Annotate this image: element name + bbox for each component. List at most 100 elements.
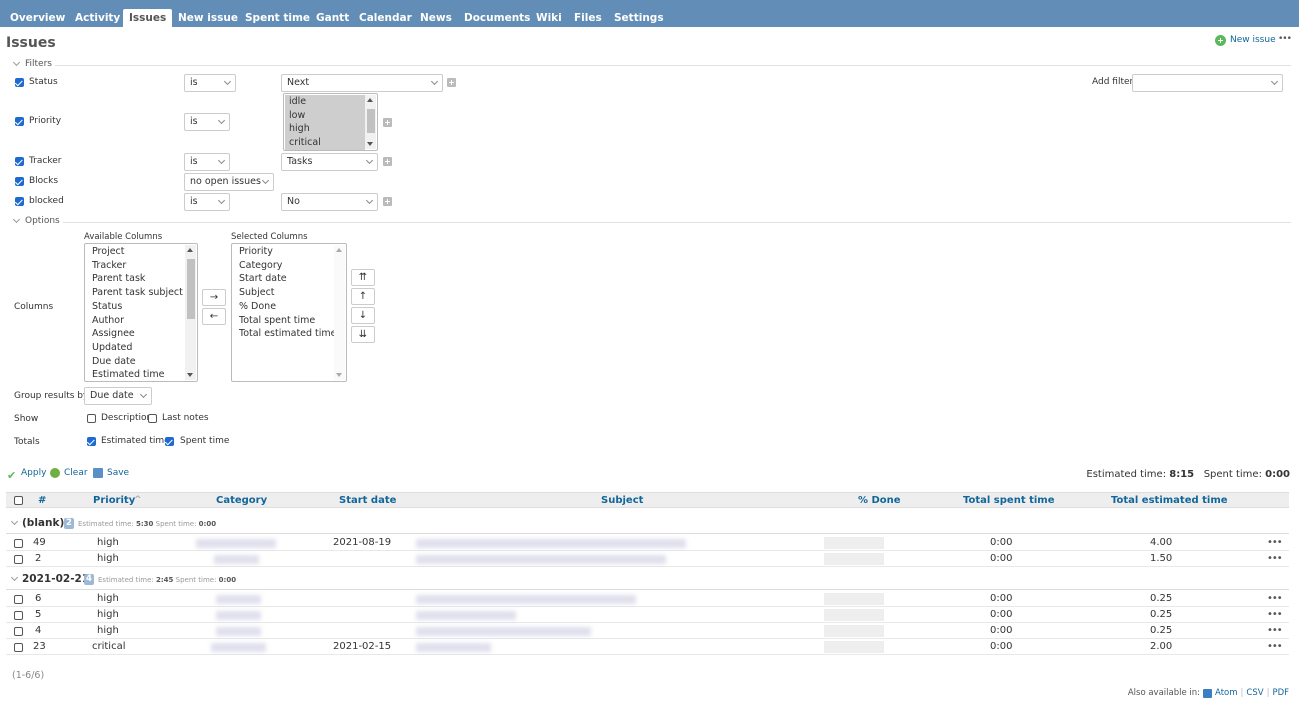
available-column-option[interactable]: Assignee xyxy=(92,327,135,341)
tab-activity[interactable]: Activity xyxy=(72,9,123,27)
issue-id-link[interactable]: 5 xyxy=(35,609,41,620)
totals-spent-checkbox[interactable] xyxy=(165,437,174,446)
row-checkbox[interactable] xyxy=(14,539,23,548)
new-issue-link[interactable]: New issue xyxy=(1230,35,1276,45)
available-column-option[interactable]: Updated xyxy=(92,341,132,355)
priority-scrollbar[interactable] xyxy=(365,95,376,149)
group-row[interactable]: 2021-02-21 4 Estimated time: 2:45 Spent … xyxy=(6,570,1289,590)
csv-link[interactable]: CSV xyxy=(1246,688,1263,698)
filter-blocked-checkbox[interactable] xyxy=(15,197,24,206)
filter-tracker-value[interactable]: Tasks xyxy=(281,153,378,171)
tab-calendar[interactable]: Calendar xyxy=(356,9,415,27)
selected-columns-scrollbar[interactable] xyxy=(334,245,345,380)
tab-issues[interactable]: Issues xyxy=(123,9,173,27)
issue-id-link[interactable]: 4 xyxy=(35,625,41,636)
col-header-done[interactable]: % Done xyxy=(858,495,901,506)
col-header-priority[interactable]: Priority xyxy=(93,495,135,506)
row-menu-icon[interactable]: ••• xyxy=(1267,625,1283,636)
col-header-total-spent[interactable]: Total spent time xyxy=(963,495,1054,506)
redacted-subject[interactable] xyxy=(416,627,591,636)
row-menu-icon[interactable]: ••• xyxy=(1267,593,1283,604)
table-row[interactable]: 4 high 0:00 0.25 ••• xyxy=(6,623,1289,639)
filter-blocks-checkbox[interactable] xyxy=(15,177,24,186)
available-column-option[interactable]: Status xyxy=(92,300,122,314)
selected-column-option[interactable]: Total spent time xyxy=(239,314,315,328)
available-column-option[interactable]: Estimated time xyxy=(92,368,164,381)
filter-blocked-value[interactable]: No xyxy=(281,193,378,211)
pdf-link[interactable]: PDF xyxy=(1272,688,1289,698)
tab-gantt[interactable]: Gantt xyxy=(313,9,352,27)
move-right-button[interactable]: → xyxy=(202,289,226,306)
scroll-thumb[interactable] xyxy=(367,109,375,133)
move-top-button[interactable]: ⇈ xyxy=(351,269,375,286)
show-description-checkbox[interactable] xyxy=(87,414,96,423)
col-header-total-estimated[interactable]: Total estimated time xyxy=(1111,495,1228,506)
available-column-option[interactable]: Due date xyxy=(92,355,136,369)
table-row[interactable]: 2 high 0:00 1.50 ••• xyxy=(6,551,1289,567)
issue-id-link[interactable]: 49 xyxy=(33,537,46,548)
filter-blocks-operator[interactable]: no open issues xyxy=(184,173,274,191)
filter-status-checkbox[interactable] xyxy=(15,78,24,87)
tab-settings[interactable]: Settings xyxy=(611,9,667,27)
col-header-subject[interactable]: Subject xyxy=(601,495,643,506)
table-row[interactable]: 23 critical 2021-02-15 0:00 2.00 ••• xyxy=(6,639,1289,655)
priority-option[interactable]: low xyxy=(289,109,305,123)
select-all-checkbox[interactable] xyxy=(14,496,23,505)
row-checkbox[interactable] xyxy=(14,643,23,652)
filter-status-value[interactable]: Next xyxy=(281,74,443,92)
row-checkbox[interactable] xyxy=(14,555,23,564)
table-row[interactable]: 6 high 0:00 0.25 ••• xyxy=(6,591,1289,607)
priority-option[interactable]: idle xyxy=(289,95,306,109)
selected-column-option[interactable]: Total estimated time xyxy=(239,327,337,341)
selected-column-option[interactable]: % Done xyxy=(239,300,276,314)
issue-id-link[interactable]: 2 xyxy=(35,553,41,564)
toggle-multiselect-icon[interactable] xyxy=(383,157,392,166)
available-column-option[interactable]: Parent task xyxy=(92,272,145,286)
more-actions-icon[interactable]: ••• xyxy=(1278,34,1292,44)
issue-id-link[interactable]: 23 xyxy=(33,641,46,652)
filter-priority-multiselect[interactable]: idle low high critical xyxy=(283,93,378,151)
row-checkbox[interactable] xyxy=(14,611,23,620)
col-header-id[interactable]: # xyxy=(38,495,46,506)
selected-column-option[interactable]: Priority xyxy=(239,245,273,259)
priority-option[interactable]: critical xyxy=(289,136,321,150)
available-column-option[interactable]: Parent task subject xyxy=(92,286,183,300)
selected-column-option[interactable]: Category xyxy=(239,259,282,273)
col-header-category[interactable]: Category xyxy=(216,495,267,506)
redacted-subject[interactable] xyxy=(416,555,666,564)
filter-tracker-checkbox[interactable] xyxy=(15,157,24,166)
row-menu-icon[interactable]: ••• xyxy=(1267,537,1283,548)
redacted-subject[interactable] xyxy=(416,595,636,604)
row-checkbox[interactable] xyxy=(14,595,23,604)
filter-blocked-operator[interactable]: is xyxy=(184,193,230,211)
filter-priority-operator[interactable]: is xyxy=(184,113,230,131)
add-filter-select[interactable] xyxy=(1132,74,1283,92)
row-checkbox[interactable] xyxy=(14,627,23,636)
redacted-subject[interactable] xyxy=(416,611,516,620)
show-last-notes-checkbox[interactable] xyxy=(148,414,157,423)
issue-id-link[interactable]: 6 xyxy=(35,593,41,604)
group-by-select[interactable]: Due date xyxy=(84,387,152,405)
available-column-option[interactable]: Project xyxy=(92,245,125,259)
tab-new-issue[interactable]: New issue xyxy=(175,9,241,27)
available-column-option[interactable]: Tracker xyxy=(92,259,126,273)
available-columns-list[interactable]: Project Tracker Parent task Parent task … xyxy=(84,243,198,382)
filters-legend[interactable]: Filters xyxy=(6,58,55,69)
move-up-button[interactable]: ↑ xyxy=(351,288,375,305)
save-link[interactable]: Save xyxy=(107,468,129,478)
filter-status-operator[interactable]: is xyxy=(184,74,236,92)
table-row[interactable]: 49 high 2021-08-19 0:00 4.00 ••• xyxy=(6,535,1289,551)
available-columns-scrollbar[interactable] xyxy=(185,245,196,380)
atom-link[interactable]: Atom xyxy=(1215,688,1237,698)
priority-option[interactable]: high xyxy=(289,122,310,136)
toggle-multiselect-icon[interactable] xyxy=(447,78,456,87)
table-row[interactable]: 5 high 0:00 0.25 ••• xyxy=(6,607,1289,623)
tab-overview[interactable]: Overview xyxy=(7,9,68,27)
row-menu-icon[interactable]: ••• xyxy=(1267,641,1283,652)
filter-priority-checkbox[interactable] xyxy=(15,117,24,126)
row-menu-icon[interactable]: ••• xyxy=(1267,553,1283,564)
toggle-multiselect-icon[interactable] xyxy=(383,197,392,206)
scroll-thumb[interactable] xyxy=(187,259,195,319)
options-legend[interactable]: Options xyxy=(6,215,63,226)
move-left-button[interactable]: ← xyxy=(202,308,226,325)
